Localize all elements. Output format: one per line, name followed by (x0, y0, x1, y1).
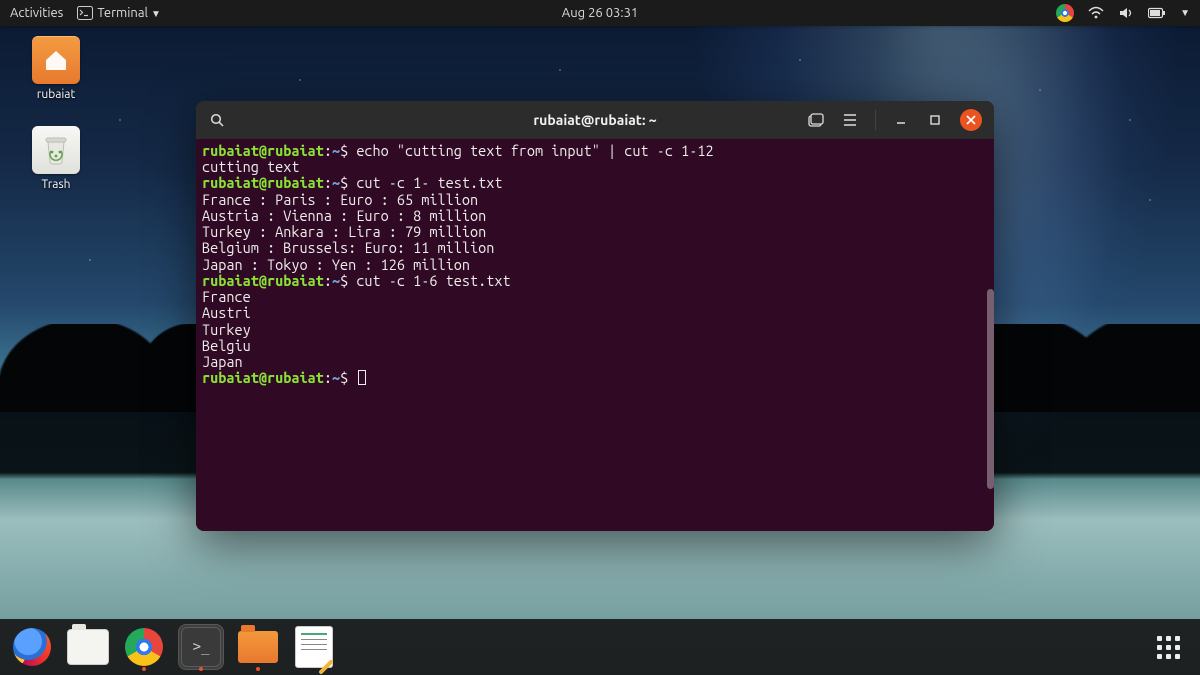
running-indicator (256, 667, 260, 671)
files-icon (67, 629, 109, 665)
window-minimize-button[interactable] (888, 107, 914, 133)
terminal-icon (77, 6, 93, 20)
chevron-down-icon: ▼ (151, 8, 161, 19)
search-icon (210, 113, 225, 128)
desktop-icon-label: Trash (20, 178, 92, 191)
prompt-path: ~ (332, 142, 340, 159)
prompt-user: rubaiat@rubaiat (202, 142, 324, 159)
desktop-icon-home[interactable]: rubaiat (20, 36, 92, 101)
battery-icon[interactable] (1148, 7, 1166, 19)
window-close-button[interactable] (960, 109, 982, 131)
app-menu[interactable]: Terminal▼ (77, 6, 161, 20)
terminal-cursor (358, 370, 366, 385)
terminal-icon: >_ (181, 627, 221, 667)
prompt-user: rubaiat@rubaiat (202, 369, 324, 386)
terminal-viewport[interactable]: rubaiat@rubaiat:~$ echo "cutting text fr… (196, 139, 994, 531)
terminal-output-line: Belgiu (202, 338, 988, 354)
dock-item-text-editor[interactable] (292, 625, 336, 669)
home-folder-icon (32, 36, 80, 84)
dock-item-terminal[interactable]: >_ (178, 624, 224, 670)
show-applications-button[interactable] (1146, 625, 1190, 669)
folder-icon (238, 631, 278, 663)
system-menu-chevron-icon[interactable]: ▼ (1180, 7, 1190, 19)
volume-icon[interactable] (1118, 6, 1134, 20)
prompt-symbol: $ (340, 174, 356, 191)
minimize-icon (895, 114, 907, 126)
terminal-output-line: Japan (202, 354, 988, 370)
prompt-path: ~ (332, 369, 340, 386)
close-icon (966, 115, 976, 125)
terminal-output-line: Austri (202, 305, 988, 321)
titlebar-divider (875, 110, 876, 130)
wifi-icon[interactable] (1088, 6, 1104, 20)
text-editor-icon (295, 626, 333, 668)
desktop-icon-label: rubaiat (20, 88, 92, 101)
terminal-output-line: cutting text (202, 159, 988, 175)
terminal-title: rubaiat@rubaiat: ~ (533, 112, 656, 128)
prompt-path: ~ (332, 272, 340, 289)
prompt-symbol: $ (340, 272, 356, 289)
command-text: cut -c 1- test.txt (356, 174, 502, 191)
prompt-user: rubaiat@rubaiat (202, 174, 324, 191)
command-text: echo "cutting text from input" | cut -c … (356, 142, 713, 159)
prompt-user: rubaiat@rubaiat (202, 272, 324, 289)
dock-item-chrome[interactable] (122, 625, 166, 669)
firefox-icon (13, 628, 51, 666)
dock-item-firefox[interactable] (10, 625, 54, 669)
terminal-scrollbar[interactable] (987, 289, 994, 489)
hamburger-icon (843, 114, 857, 126)
terminal-output-line: Belgium : Brussels: Euro: 11 million (202, 240, 988, 256)
command-text: cut -c 1-6 test.txt (356, 272, 510, 289)
terminal-output-line: France (202, 289, 988, 305)
terminal-new-tab-button[interactable] (803, 107, 829, 133)
clock[interactable]: Aug 26 03:31 (562, 6, 639, 20)
prompt-symbol: $ (340, 369, 356, 386)
new-tab-icon (808, 113, 824, 127)
terminal-titlebar[interactable]: rubaiat@rubaiat: ~ (196, 101, 994, 140)
prompt-symbol: $ (340, 142, 356, 159)
terminal-output-line: Japan : Tokyo : Yen : 126 million (202, 257, 988, 273)
window-maximize-button[interactable] (922, 107, 948, 133)
terminal-prompt-line: rubaiat@rubaiat:~$ echo "cutting text fr… (202, 143, 988, 159)
dock-item-file-manager[interactable] (236, 625, 280, 669)
terminal-search-button[interactable] (204, 107, 230, 133)
trash-icon (32, 126, 80, 174)
running-indicator (199, 667, 203, 671)
dock-item-files[interactable] (66, 625, 110, 669)
terminal-output-line: France : Paris : Euro : 65 million (202, 192, 988, 208)
running-indicator (142, 667, 146, 671)
terminal-output-line: Austria : Vienna : Euro : 8 million (202, 208, 988, 224)
chrome-indicator-icon[interactable] (1056, 4, 1074, 22)
terminal-prompt-line: rubaiat@rubaiat:~$ cut -c 1- test.txt (202, 175, 988, 191)
dock: >_ (0, 619, 1200, 675)
chrome-icon (125, 628, 163, 666)
terminal-prompt-line: rubaiat@rubaiat:~$ (202, 370, 988, 386)
desktop-icon-trash[interactable]: Trash (20, 126, 92, 191)
terminal-prompt-line: rubaiat@rubaiat:~$ cut -c 1-6 test.txt (202, 273, 988, 289)
terminal-output-line: Turkey : Ankara : Lira : 79 million (202, 224, 988, 240)
app-menu-label: Terminal (97, 6, 148, 20)
apps-grid-icon (1157, 636, 1180, 659)
terminal-output-line: Turkey (202, 322, 988, 338)
gnome-top-bar: Activities Terminal▼ Aug 26 03:31 ▼ (0, 0, 1200, 26)
activities-button[interactable]: Activities (10, 6, 63, 20)
terminal-menu-button[interactable] (837, 107, 863, 133)
prompt-path: ~ (332, 174, 340, 191)
terminal-window: rubaiat@rubaiat: ~ rubaiat@rubaiat:~$ ec… (196, 101, 994, 531)
maximize-icon (929, 114, 941, 126)
